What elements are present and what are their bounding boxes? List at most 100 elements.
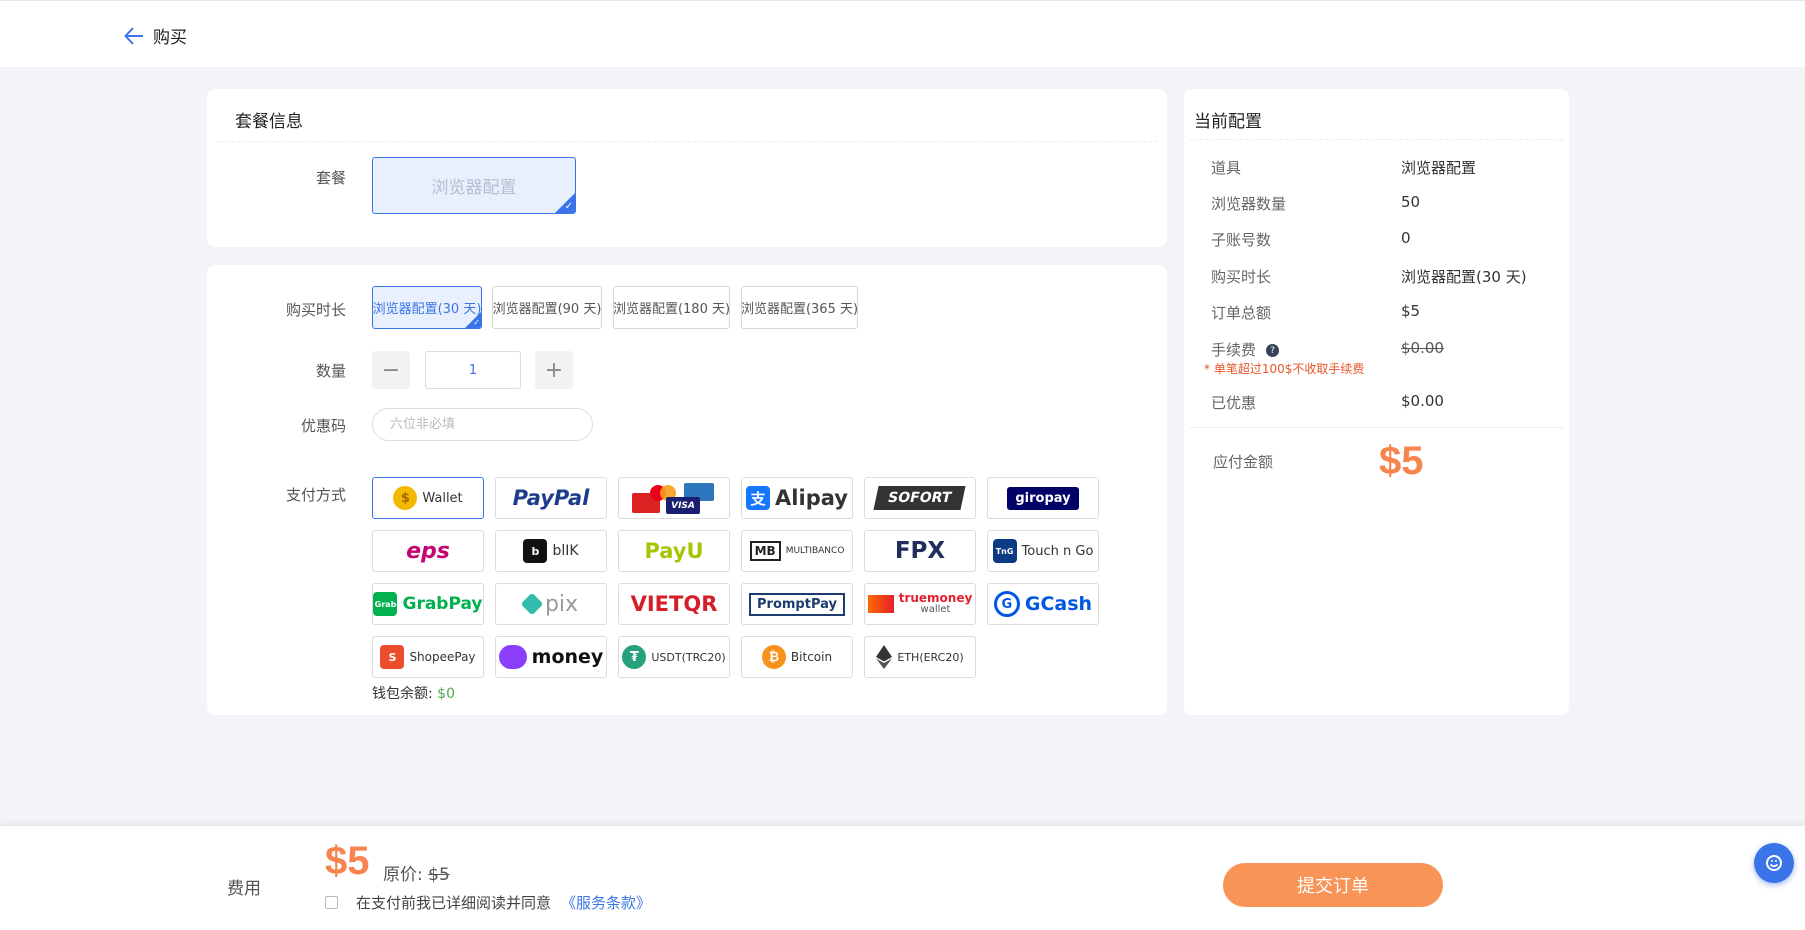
- terms-link[interactable]: 《服务条款》: [561, 892, 651, 913]
- tether-icon: ₮: [622, 645, 647, 669]
- shopeepay-label: ShopeePay: [409, 650, 476, 664]
- pay-multibanco[interactable]: MB MULTIBANCO: [741, 530, 853, 572]
- package-label: 套餐: [315, 169, 346, 187]
- grab-icon: Grab: [373, 592, 398, 616]
- package-option-selected[interactable]: 浏览器配置 ✓: [372, 157, 576, 214]
- pay-giropay[interactable]: giropay: [987, 477, 1099, 519]
- submit-order-button[interactable]: 提交订单: [1223, 863, 1443, 907]
- quantity-decrease-button[interactable]: −: [372, 351, 410, 389]
- duration-option-180[interactable]: 浏览器配置(180 天): [613, 286, 730, 329]
- gcash-icon: G: [993, 591, 1020, 617]
- giropay-logo: giropay: [1007, 486, 1079, 510]
- config-key: 道具: [1211, 159, 1242, 177]
- shopee-bag-icon: S: [380, 645, 405, 669]
- quantity-increase-button[interactable]: +: [535, 351, 573, 389]
- pay-bitcoin[interactable]: ₿ Bitcoin: [741, 636, 853, 678]
- divider: [1190, 139, 1563, 140]
- touchngo-label: Touch n Go: [1021, 543, 1094, 559]
- back-button[interactable]: 购买: [123, 23, 187, 48]
- original-price-label: 原价:: [383, 865, 423, 885]
- duration-option-90[interactable]: 浏览器配置(90 天): [492, 286, 602, 329]
- ethereum-icon: [876, 645, 893, 669]
- coupon-input[interactable]: [372, 408, 593, 441]
- fpx-logo: FPX: [894, 538, 946, 564]
- truemoney-sub-label: wallet: [920, 604, 951, 615]
- fee-value: $5: [325, 839, 370, 883]
- truemoney-icon: [867, 595, 894, 613]
- pay-grabpay[interactable]: Grab GrabPay: [372, 583, 484, 625]
- pay-paypal[interactable]: PayPal: [495, 477, 607, 519]
- pay-gcash[interactable]: G GCash: [987, 583, 1099, 625]
- chat-icon: [1766, 855, 1782, 871]
- help-icon[interactable]: ?: [1266, 344, 1280, 357]
- pay-yoomoney[interactable]: money: [495, 636, 607, 678]
- pay-eth[interactable]: ETH(ERC20): [864, 636, 976, 678]
- terms-agreement: 在支付前我已详细阅读并同意 《服务条款》: [325, 892, 651, 913]
- page-title: 购买: [153, 28, 187, 48]
- quantity-input[interactable]: 1: [425, 351, 521, 389]
- eth-label: ETH(ERC20): [897, 650, 964, 664]
- original-price: 原价: $5: [383, 860, 450, 885]
- pay-wallet[interactable]: $ Wallet: [372, 477, 484, 519]
- terms-text: 在支付前我已详细阅读并同意: [356, 894, 552, 912]
- wallet-balance: 钱包余额: $0: [372, 683, 455, 703]
- config-key: 手续费: [1211, 341, 1257, 359]
- config-value: $5: [1401, 302, 1421, 320]
- duration-option-30[interactable]: 浏览器配置(30 天) ✓: [372, 286, 482, 329]
- bitcoin-label: Bitcoin: [790, 650, 833, 664]
- pay-eps[interactable]: eps: [372, 530, 484, 572]
- config-key: 已优惠: [1211, 394, 1257, 412]
- config-title: 当前配置: [1194, 112, 1262, 132]
- top-bar: 购买: [0, 0, 1805, 67]
- duration-option-365[interactable]: 浏览器配置(365 天): [741, 286, 858, 329]
- gcash-logo: GCash: [1024, 593, 1093, 615]
- multibanco-label: MULTIBANCO: [785, 546, 845, 556]
- pay-payu[interactable]: PayU: [618, 530, 730, 572]
- divider: [1190, 427, 1563, 428]
- coupon-label: 优惠码: [300, 417, 346, 435]
- card-logos-icon: VISA: [632, 481, 716, 515]
- pay-pix[interactable]: pix: [495, 583, 607, 625]
- pix-icon: [520, 592, 544, 616]
- duration-label: 购买时长: [285, 301, 346, 319]
- amount-due-value: $5: [1379, 439, 1424, 483]
- fee-label: 费用: [227, 879, 261, 899]
- usdt-label: USDT(TRC20): [651, 650, 726, 664]
- alipay-icon: 支: [746, 486, 771, 510]
- config-key: 子账号数: [1211, 231, 1272, 249]
- yoomoney-icon: [498, 645, 527, 669]
- pay-usdt[interactable]: ₮ USDT(TRC20): [618, 636, 730, 678]
- pay-fpx[interactable]: FPX: [864, 530, 976, 572]
- package-info-title: 套餐信息: [235, 112, 303, 132]
- config-key: 浏览器数量: [1211, 195, 1287, 213]
- pay-truemoney[interactable]: truemoney wallet: [864, 583, 976, 625]
- payu-logo: PayU: [644, 539, 704, 563]
- duration-option-label: 浏览器配置(180 天): [613, 302, 730, 317]
- fee-note: * 单笔超过100$不收取手续费: [1204, 362, 1365, 376]
- pay-vietqr[interactable]: VIETQR: [618, 583, 730, 625]
- quantity-label: 数量: [315, 362, 346, 380]
- amount-due-label: 应付金额: [1213, 453, 1274, 471]
- config-key: 购买时长: [1211, 268, 1272, 286]
- purchase-options-card: 购买时长 浏览器配置(30 天) ✓ 浏览器配置(90 天) 浏览器配置(180…: [207, 265, 1167, 715]
- pay-promptpay[interactable]: PromptPay: [741, 583, 853, 625]
- pix-logo: pix: [544, 591, 579, 617]
- blik-label: blIK: [552, 543, 579, 559]
- pay-sofort[interactable]: SOFORT: [864, 477, 976, 519]
- duration-option-label: 浏览器配置(90 天): [492, 302, 602, 317]
- terms-checkbox[interactable]: [325, 896, 338, 909]
- config-value: $0.00: [1401, 392, 1444, 410]
- vietqr-logo: VIETQR: [630, 592, 718, 616]
- package-info-card: 套餐信息 套餐 浏览器配置 ✓: [207, 89, 1167, 247]
- pay-cards[interactable]: VISA: [618, 477, 730, 519]
- pay-alipay[interactable]: 支 Alipay: [741, 477, 853, 519]
- config-value: 浏览器配置(30 天): [1401, 268, 1527, 286]
- pay-shopeepay[interactable]: S ShopeePay: [372, 636, 484, 678]
- pay-touchngo[interactable]: TnG Touch n Go: [987, 530, 1099, 572]
- alipay-logo: Alipay: [775, 486, 848, 510]
- pay-wallet-label: Wallet: [422, 490, 463, 506]
- multibanco-icon: MB: [749, 541, 781, 561]
- checkout-bar: 费用 $5 原价: $5 在支付前我已详细阅读并同意 《服务条款》 提交订单: [0, 826, 1805, 930]
- support-chat-button[interactable]: [1754, 843, 1794, 883]
- pay-blik[interactable]: b blIK: [495, 530, 607, 572]
